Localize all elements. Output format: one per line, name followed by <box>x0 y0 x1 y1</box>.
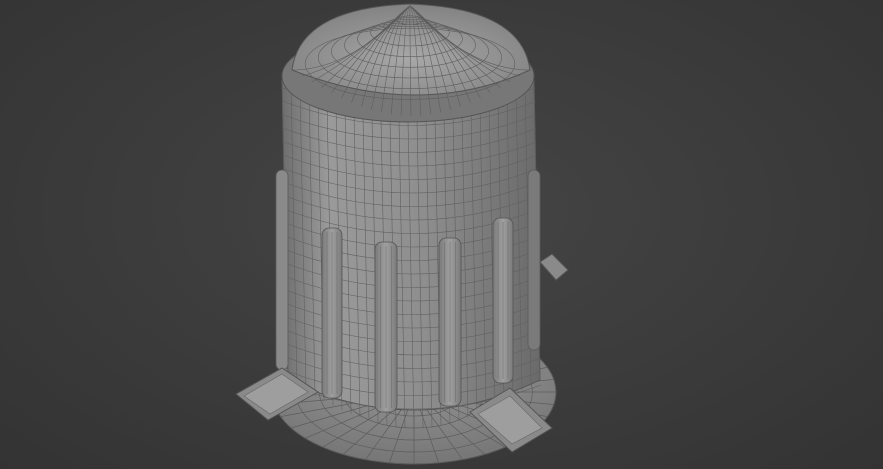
foot-back <box>539 253 569 281</box>
3d-viewport[interactable] <box>0 0 883 469</box>
viewport-canvas <box>235 3 569 465</box>
dome-cap <box>281 3 535 123</box>
